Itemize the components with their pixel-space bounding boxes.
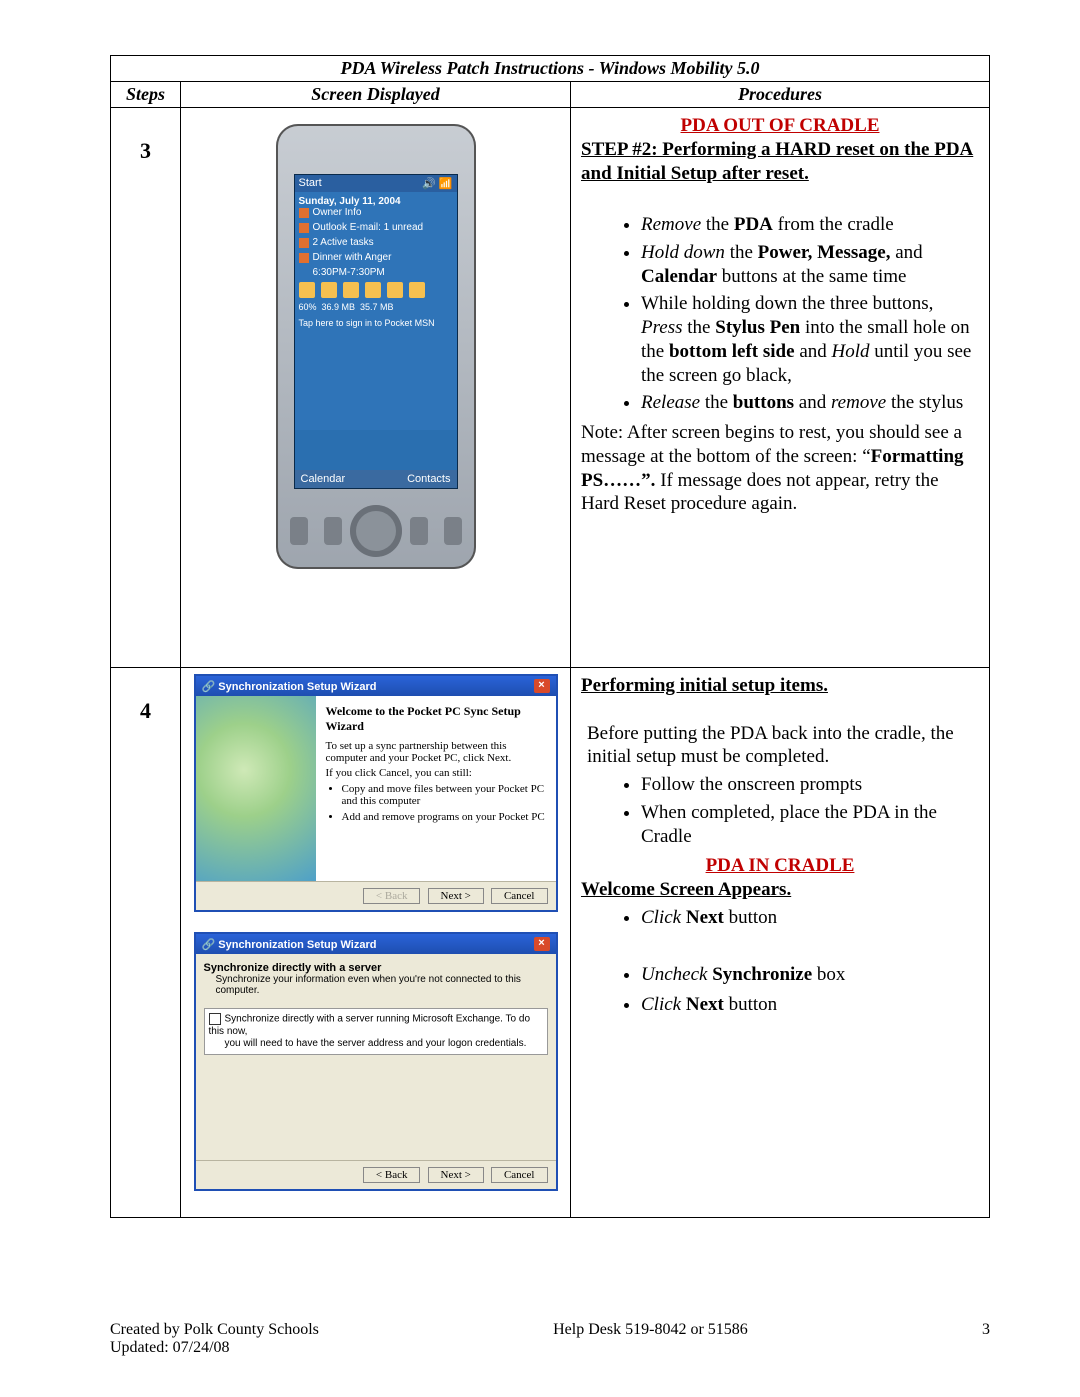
col-steps: Steps [111, 82, 181, 108]
next-button[interactable]: Next > [428, 888, 484, 904]
wiz2-desc: Synchronize your information even when y… [216, 974, 548, 996]
back-button[interactable]: < Back [363, 1167, 421, 1183]
pda-in-heading: PDA IN CRADLE [581, 854, 979, 878]
wiz1-heading: Welcome to the Pocket PC Sync Setup Wiza… [326, 704, 546, 734]
step-3-title: STEP #2: Performing a HARD reset on the … [581, 138, 979, 186]
wiz2-sub: Synchronize directly with a server [204, 962, 548, 974]
pda-item: 6:30PM-7:30PM [313, 267, 453, 278]
step-3-procedure: PDA OUT OF CRADLE STEP #2: Performing a … [571, 108, 990, 668]
step-4-screen: 🔗 Synchronization Setup Wizard × Welcome… [181, 668, 571, 1218]
wiz2-opt1: Synchronize directly with a server runni… [209, 1014, 531, 1037]
wiz1-title: Synchronization Setup Wizard [218, 681, 376, 693]
step-4-h2: Welcome Screen Appears. [581, 878, 979, 902]
pda-tap: Tap here to sign in to Pocket MSN [299, 318, 453, 328]
bullet: Follow the onscreen prompts [641, 773, 979, 797]
wizard-sidebar-image [196, 696, 316, 881]
pda-item: Owner Info [313, 207, 362, 218]
step-4-number: 4 [111, 668, 181, 1218]
step-4-h1: Performing initial setup items. [581, 674, 979, 698]
wiz1-li: Add and remove programs on your Pocket P… [342, 811, 546, 823]
pda-clock-icon: 🔊 📶 [422, 177, 452, 190]
doc-title: PDA Wireless Patch Instructions - Window… [111, 56, 990, 82]
pda-soft-left: Calendar [301, 473, 346, 485]
instructions-table: PDA Wireless Patch Instructions - Window… [110, 55, 990, 1218]
wiz1-p2: If you click Cancel, you can still: [326, 767, 546, 779]
bullet: Hold down the Power, Message, and Calend… [641, 241, 979, 289]
pda-start: Start [299, 177, 322, 190]
pda-out-heading: PDA OUT OF CRADLE [581, 114, 979, 138]
bullet: Uncheck Synchronize box [641, 963, 979, 987]
pda-item: Outlook E-mail: 1 unread [313, 222, 424, 233]
wizard-1: 🔗 Synchronization Setup Wizard × Welcome… [194, 674, 558, 912]
pda-item: Dinner with Anger [313, 252, 392, 263]
bullet: Click Next button [641, 906, 979, 930]
footer-pagenum: 3 [982, 1321, 990, 1357]
sync-checkbox[interactable] [209, 1013, 221, 1025]
step-3-note: Note: After screen begins to rest, you s… [581, 421, 979, 516]
pda-item: 2 Active tasks [313, 237, 374, 248]
back-button[interactable]: < Back [363, 888, 421, 904]
wiz1-p1: To set up a sync partnership between thi… [326, 740, 546, 764]
footer-updated: Updated: 07/24/08 [110, 1339, 230, 1356]
wiz1-li: Copy and move files between your Pocket … [342, 783, 546, 807]
wiz2-title: Synchronization Setup Wizard [218, 939, 376, 951]
close-icon[interactable]: × [534, 679, 550, 693]
bullet: When completed, place the PDA in the Cra… [641, 801, 979, 849]
pda-date: Sunday, July 11, 2004 [299, 196, 453, 207]
bullet: While holding down the three buttons, Pr… [641, 292, 979, 387]
step-3-screen: Start 🔊 📶 Sunday, July 11, 2004 Owner In… [181, 108, 571, 668]
close-icon[interactable]: × [534, 937, 550, 951]
col-screen: Screen Displayed [181, 82, 571, 108]
col-proc: Procedures [571, 82, 990, 108]
next-button[interactable]: Next > [428, 1167, 484, 1183]
wiz2-opt2: you will need to have the server address… [225, 1038, 527, 1049]
cancel-button[interactable]: Cancel [491, 1167, 548, 1183]
bullet: Release the buttons and remove the stylu… [641, 391, 979, 415]
cancel-button[interactable]: Cancel [491, 888, 548, 904]
step-4-intro: Before putting the PDA back into the cra… [587, 722, 979, 770]
step-4-procedure: Performing initial setup items. Before p… [571, 668, 990, 1218]
wizard-2: 🔗 Synchronization Setup Wizard × Synchro… [194, 932, 558, 1191]
bullet: Remove the PDA from the cradle [641, 213, 979, 237]
pda-soft-right: Contacts [407, 473, 450, 485]
step-3-bullets: Remove the PDA from the cradle Hold down… [581, 213, 979, 415]
footer-helpdesk: Help Desk 519-8042 or 51586 [553, 1321, 748, 1357]
page-footer: Created by Polk County Schools Updated: … [110, 1321, 990, 1357]
pda-device: Start 🔊 📶 Sunday, July 11, 2004 Owner In… [276, 124, 476, 569]
footer-created: Created by Polk County Schools [110, 1321, 319, 1338]
step-3-number: 3 [111, 108, 181, 668]
bullet: Click Next button [641, 993, 979, 1017]
